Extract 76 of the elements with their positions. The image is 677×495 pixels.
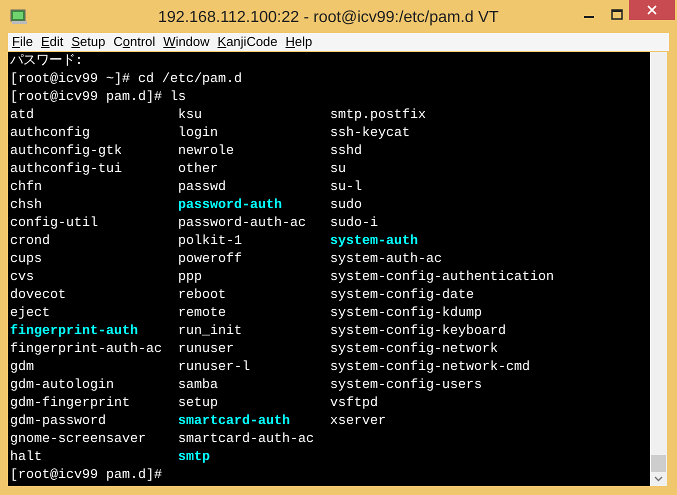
- file-name: cvs: [10, 270, 34, 285]
- file-name: sshd: [330, 144, 362, 159]
- file-name: login: [178, 126, 218, 141]
- file-name: vsftpd: [330, 396, 378, 411]
- file-name: eject: [10, 306, 50, 321]
- file-name: dovecot: [10, 288, 66, 303]
- file-name: system-config-network: [330, 342, 498, 357]
- file-name: authconfig: [10, 126, 90, 141]
- file-name: authconfig-gtk: [10, 144, 122, 159]
- menu-item[interactable]: File: [8, 32, 37, 52]
- file-name: config-util: [10, 216, 98, 231]
- maximize-icon[interactable]: [610, 8, 624, 22]
- file-name: atd: [10, 108, 34, 123]
- file-name: system-config-authentication: [330, 270, 554, 285]
- close-icon: [647, 5, 657, 15]
- terminal-line: [root@icv99 pam.d]# ls: [10, 89, 186, 107]
- file-name: passwd: [178, 180, 226, 195]
- file-name: su-l: [330, 180, 362, 195]
- menu-item[interactable]: Edit: [36, 32, 68, 52]
- file-name: smtp: [178, 450, 210, 465]
- file-name: system-config-kdump: [330, 306, 482, 321]
- file-name: smartcard-auth: [178, 414, 290, 429]
- file-name: halt: [10, 450, 42, 465]
- file-name: ppp: [178, 270, 202, 285]
- menu-item[interactable]: Control: [109, 32, 160, 52]
- file-name: system-auth-ac: [330, 252, 442, 267]
- file-name: fingerprint-auth: [10, 324, 138, 339]
- terminal-app-icon[interactable]: [10, 8, 28, 24]
- file-name: su: [330, 162, 346, 177]
- file-name: authconfig-tui: [10, 162, 122, 177]
- file-name: gdm: [10, 360, 34, 375]
- file-name: system-config-network-cmd: [330, 360, 530, 375]
- file-name: cups: [10, 252, 42, 267]
- file-name: system-auth: [330, 234, 418, 249]
- file-name: gdm-autologin: [10, 378, 114, 393]
- menu-item[interactable]: Help: [282, 32, 316, 52]
- file-name: reboot: [178, 288, 226, 303]
- file-name: chsh: [10, 198, 42, 213]
- file-name: setup: [178, 396, 218, 411]
- menu-item[interactable]: KanjiCode: [214, 32, 282, 52]
- scroll-thumb[interactable]: [651, 455, 666, 472]
- file-name: smtp.postfix: [330, 108, 426, 123]
- file-name: samba: [178, 378, 218, 393]
- file-name: polkit-1: [178, 234, 242, 249]
- close-button[interactable]: [629, 0, 675, 20]
- file-name: poweroff: [178, 252, 242, 267]
- file-name: gnome-screensaver: [10, 432, 146, 447]
- file-name: password-auth-ac: [178, 216, 306, 231]
- file-name: xserver: [330, 414, 386, 429]
- file-name: password-auth: [178, 198, 282, 213]
- scroll-bar[interactable]: [650, 52, 667, 486]
- file-name: gdm-password: [10, 414, 106, 429]
- file-name: chfn: [10, 180, 42, 195]
- file-name: sudo-i: [330, 216, 378, 231]
- file-name: smartcard-auth-ac: [178, 432, 314, 447]
- file-name: remote: [178, 306, 226, 321]
- terminal-line: [root@icv99 pam.d]#: [10, 467, 162, 485]
- window-title: 192.168.112.100:22 - root@icv99:/etc/pam.d VT: [158, 8, 499, 28]
- file-name: sudo: [330, 198, 362, 213]
- file-name: other: [178, 162, 218, 177]
- file-name: system-config-date: [330, 288, 474, 303]
- file-name: system-config-users: [330, 378, 482, 393]
- terminal-line: [root@icv99 ~]# cd /etc/pam.d: [10, 71, 242, 89]
- file-name: gdm-fingerprint: [10, 396, 130, 411]
- file-name: runuser: [178, 342, 234, 357]
- file-name: run_init: [178, 324, 242, 339]
- menu-item[interactable]: Setup: [67, 32, 110, 52]
- file-name: fingerprint-auth-ac: [10, 342, 162, 357]
- menu-item[interactable]: Window: [159, 32, 214, 52]
- terminal-line: パスワード:: [10, 53, 83, 71]
- file-name: crond: [10, 234, 50, 249]
- file-name: newrole: [178, 144, 234, 159]
- file-name: ssh-keycat: [330, 126, 410, 141]
- file-name: system-config-keyboard: [330, 324, 506, 339]
- file-name: ksu: [178, 108, 202, 123]
- file-name: runuser-l: [178, 360, 250, 375]
